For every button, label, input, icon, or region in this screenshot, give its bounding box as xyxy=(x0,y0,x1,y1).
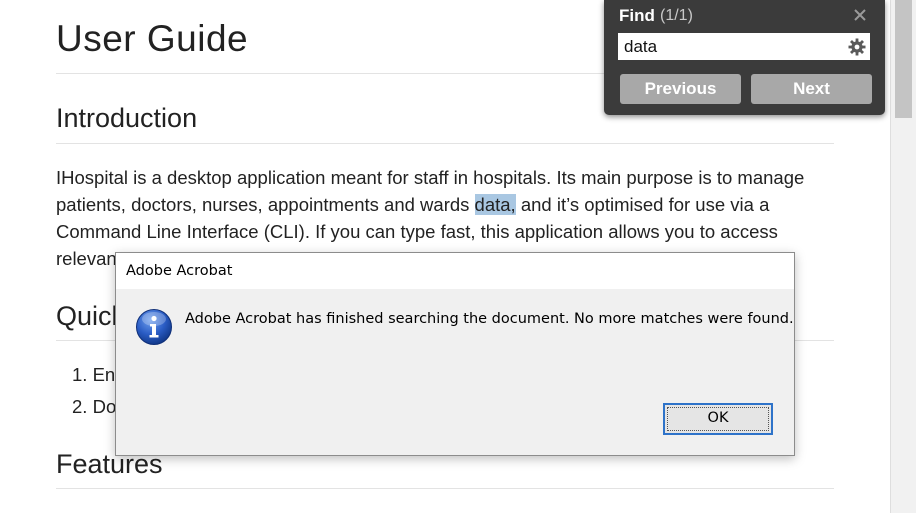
section-heading-introduction: Introduction xyxy=(56,103,198,133)
close-icon[interactable] xyxy=(850,2,870,26)
next-button[interactable]: Next xyxy=(751,74,872,104)
divider xyxy=(56,488,834,489)
find-panel: Find (1/1) Previous Next xyxy=(604,0,885,115)
list-item: 2. Do xyxy=(72,396,116,418)
search-complete-dialog: Adobe Acrobat Adobe Acrobat has finished… xyxy=(115,252,795,456)
find-title: Find xyxy=(619,6,655,25)
gear-icon[interactable] xyxy=(848,38,866,56)
dialog-titlebar[interactable]: Adobe Acrobat xyxy=(116,253,794,289)
ok-button[interactable]: OK xyxy=(663,403,773,435)
dialog-title: Adobe Acrobat xyxy=(126,263,233,279)
previous-button[interactable]: Previous xyxy=(620,74,741,104)
page-title: User Guide xyxy=(56,18,249,59)
divider xyxy=(56,143,834,144)
list-number: 2. xyxy=(72,396,88,417)
list-text: Do xyxy=(92,396,117,417)
find-match-count: (1/1) xyxy=(660,7,693,24)
dialog-message: Adobe Acrobat has finished searching the… xyxy=(185,311,794,327)
paragraph-text: relevan xyxy=(56,248,117,269)
vertical-scrollbar[interactable] xyxy=(890,0,916,513)
search-match-highlight: data, xyxy=(474,194,516,215)
focus-ring xyxy=(667,407,769,431)
info-icon xyxy=(135,308,173,346)
list-number: 1. xyxy=(72,364,88,385)
find-search-input[interactable] xyxy=(618,33,870,60)
scrollbar-thumb[interactable] xyxy=(895,0,912,118)
